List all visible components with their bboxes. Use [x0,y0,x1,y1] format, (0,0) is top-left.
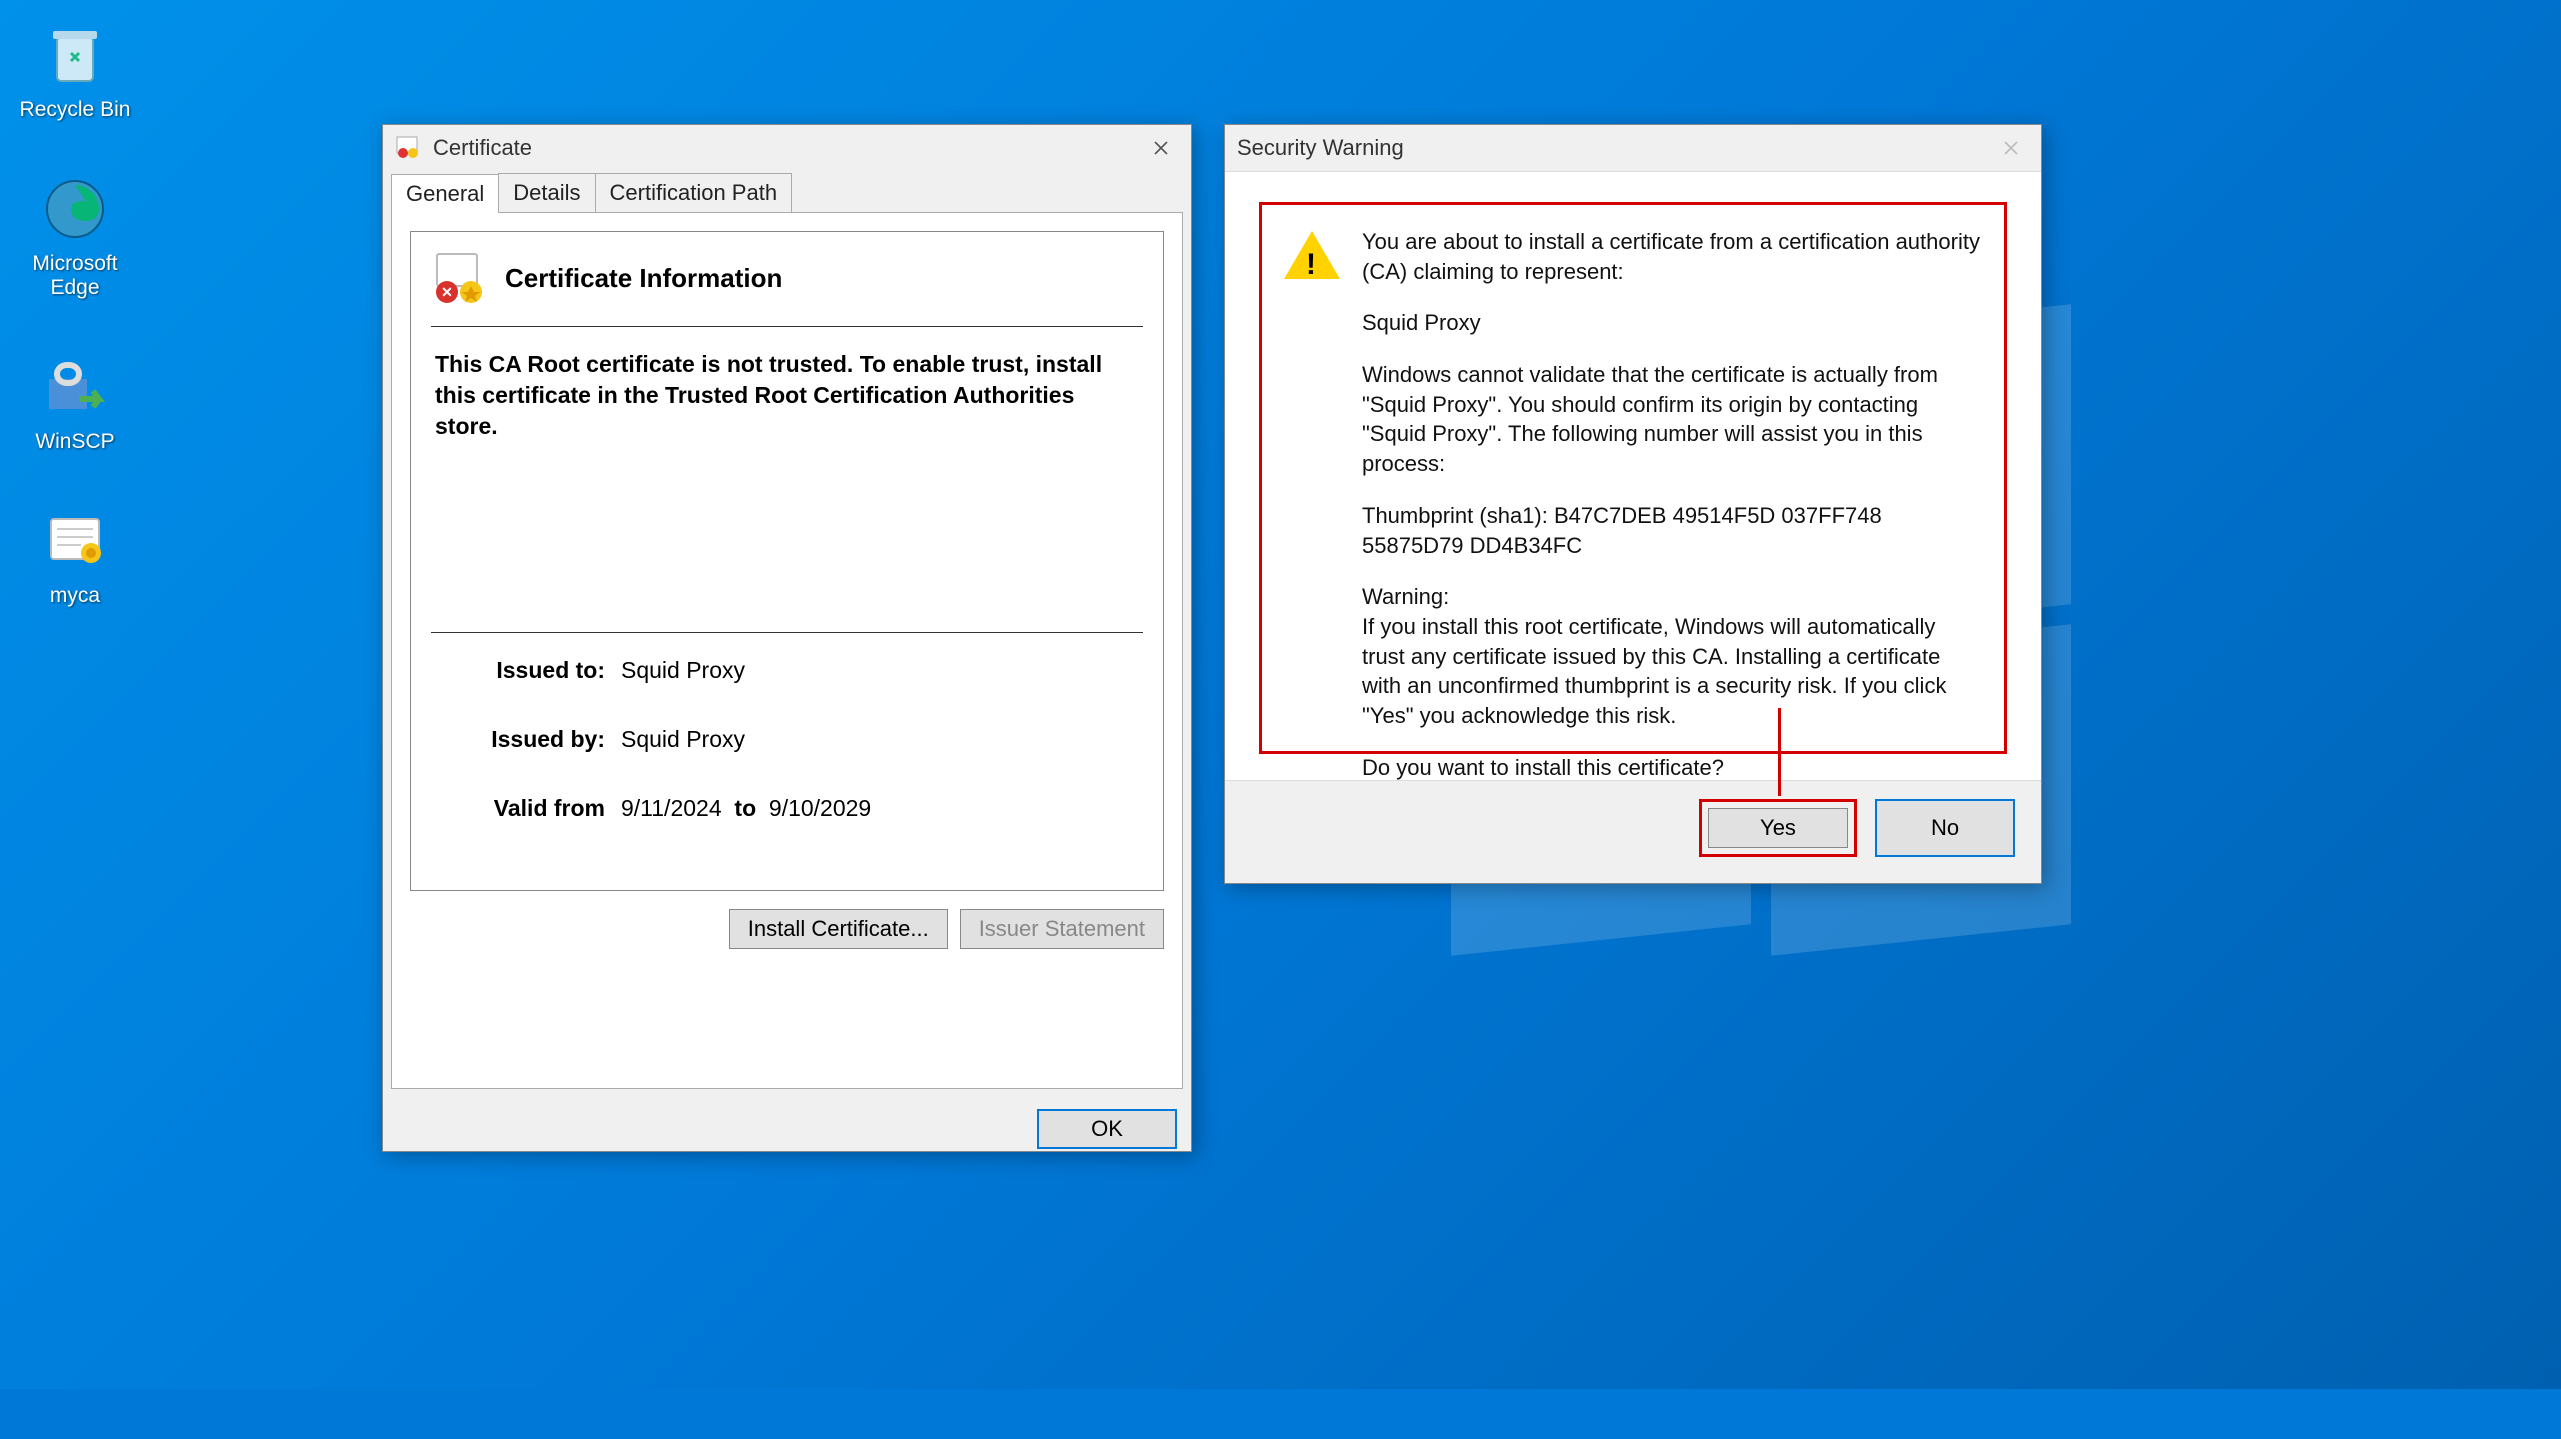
sec-msg-validate: Windows cannot validate that the certifi… [1362,360,1982,479]
security-warning-footer: Yes No [1225,781,2041,875]
no-button[interactable]: No [1875,799,2015,857]
tab-general-body: ✕ Certificate Information This CA Root c… [391,213,1183,1089]
recycle-bin-icon [38,18,112,92]
valid-to-date: 9/10/2029 [769,795,871,821]
edge-icon [38,172,112,246]
sec-msg-intro: You are about to install a certificate f… [1362,227,1982,286]
issued-to-value: Squid Proxy [621,657,745,684]
certificate-ok-button[interactable]: OK [1037,1109,1177,1149]
certificate-close-button[interactable] [1131,125,1191,171]
sec-msg-warning-text: If you install this root certificate, Wi… [1362,614,1946,728]
desktop-icon-winscp[interactable]: WinSCP [10,350,140,454]
valid-from-label: Valid from [431,795,621,822]
close-icon [2003,140,2019,156]
sec-msg-thumbprint: Thumbprint (sha1): B47C7DEB 49514F5D 037… [1362,501,1982,560]
security-warning-window: Security Warning You are about to instal… [1224,124,2042,884]
sec-msg-warning: Warning: If you install this root certif… [1362,582,1982,730]
svg-text:✕: ✕ [441,284,453,300]
security-warning-titlebar[interactable]: Security Warning [1225,125,2041,171]
valid-from-value: 9/11/2024 to 9/10/2029 [621,795,871,822]
issued-to-label: Issued to: [431,657,621,684]
issued-by-value: Squid Proxy [621,726,745,753]
desktop-icon-recycle-bin[interactable]: Recycle Bin [10,18,140,122]
tab-certification-path[interactable]: Certification Path [595,173,793,212]
certificate-titlebar[interactable]: Certificate [383,125,1191,171]
desktop-icon-edge[interactable]: Microsoft Edge [10,172,140,300]
desktop-icon-myca[interactable]: myca [10,504,140,608]
certificate-large-icon: ✕ [431,250,487,306]
security-warning-close-button [1981,125,2041,171]
valid-from-date: 9/11/2024 [621,795,722,821]
valid-to-label: to [734,795,756,821]
certificate-title-icon [395,134,423,162]
certificate-info-frame: ✕ Certificate Information This CA Root c… [410,231,1164,891]
certificate-info-heading: Certificate Information [505,263,782,294]
desktop-icon-label: myca [10,584,140,608]
install-certificate-button[interactable]: Install Certificate... [729,909,948,949]
warning-triangle-icon [1284,231,1340,279]
certificate-file-icon [38,504,112,578]
desktop-icon-label: Recycle Bin [10,98,140,122]
issued-by-label: Issued by: [431,726,621,753]
security-warning-title: Security Warning [1237,135,1404,161]
yes-button-highlight: Yes [1699,799,1857,857]
yes-button[interactable]: Yes [1708,808,1848,848]
security-warning-highlight-frame: You are about to install a certificate f… [1259,202,2007,754]
issuer-statement-button: Issuer Statement [960,909,1164,949]
sec-msg-question: Do you want to install this certificate? [1362,753,1982,783]
sec-msg-warning-label: Warning: [1362,584,1449,609]
certificate-window: Certificate General Details Certificatio… [382,124,1192,1152]
winscp-icon [38,350,112,424]
certificate-tabs: General Details Certification Path [391,173,1183,213]
desktop-icon-label: WinSCP [10,430,140,454]
certificate-trust-message: This CA Root certificate is not trusted.… [431,327,1143,442]
close-icon [1153,140,1169,156]
desktop[interactable]: Recycle Bin Microsoft Edge WinSCP myca [0,0,2561,1389]
tab-general[interactable]: General [391,174,499,213]
desktop-icon-label: Microsoft Edge [10,252,140,300]
certificate-title: Certificate [433,135,532,161]
security-warning-body: You are about to install a certificate f… [1225,171,2041,781]
sec-msg-subject: Squid Proxy [1362,308,1982,338]
tab-details[interactable]: Details [498,173,595,212]
